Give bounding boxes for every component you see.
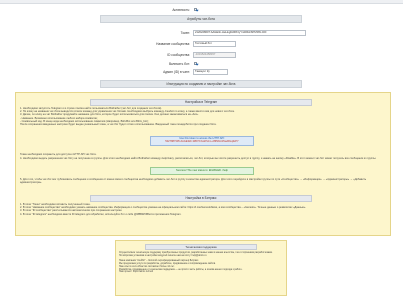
telegram-step-4: 4. Необходимо выдать разрешения чат-боту… (20, 157, 377, 160)
admin-id-label: Админ (ID) в чате: (163, 70, 190, 74)
token-example-box: Use this token to access the HTTP API: 5… (150, 136, 254, 146)
bitrix-step-4: 4. В поле "ID telegram" необходимо ввест… (20, 212, 182, 216)
bitrix-steps: 1. В поле "Токен" необходимо вставить по… (20, 203, 384, 216)
top-bar (0, 0, 403, 4)
telegram-step-5: 5. Для того, чтобы чат-бот мог публикова… (20, 178, 367, 185)
token-box-line2: 5027887305:AAGE3kh-WBYKXw2ISzm-v8lfNbG3S… (165, 140, 239, 144)
support-text: Осуществляем техническую поддержку приоб… (119, 252, 281, 274)
telegram-section-header: Настройка в Telegram (90, 99, 312, 106)
community-id-input[interactable]: -1001524458457 (193, 52, 236, 58)
active-label: Активность: (172, 8, 190, 12)
token-input[interactable]: 2120228607:AAGE3n-HeHugNdRXzyYmDRsN9f7Z3… (193, 30, 306, 36)
attributes-section-header: Атрибуты чат-бота (100, 15, 302, 23)
privacy-success-box: Success! The new status is: ENABLED. /he… (150, 167, 254, 175)
support-line-8: Наш проект: https://atmix.ru/mod (119, 271, 154, 274)
community-name-input[interactable]: Тестовый бот (193, 41, 236, 47)
admin-id-input[interactable]: Tаккаунт Ку (193, 69, 228, 75)
instructions-header: Инструкция по созданию и настройке чат-б… (100, 80, 302, 88)
telegram-step-3c: После сохранения введенных настроек буде… (20, 123, 217, 127)
token-label: Токен: (180, 31, 190, 35)
active-checkbox[interactable] (194, 8, 197, 11)
support-header: Техническая поддержка (145, 244, 257, 250)
api-note: Токен необходимо сохранить для доступа к… (20, 153, 97, 156)
enable-bot-checkbox[interactable] (194, 62, 197, 65)
community-name-label: Название сообщества: (156, 42, 190, 46)
community-id-label: ID сообщества: (167, 53, 190, 57)
enable-bot-label: Включить бот: (168, 62, 190, 66)
telegram-steps: 1. Необходимо запустить Telegram и в стр… (20, 107, 384, 126)
bitrix-section-header: Настройка в Битрикс (90, 195, 312, 202)
